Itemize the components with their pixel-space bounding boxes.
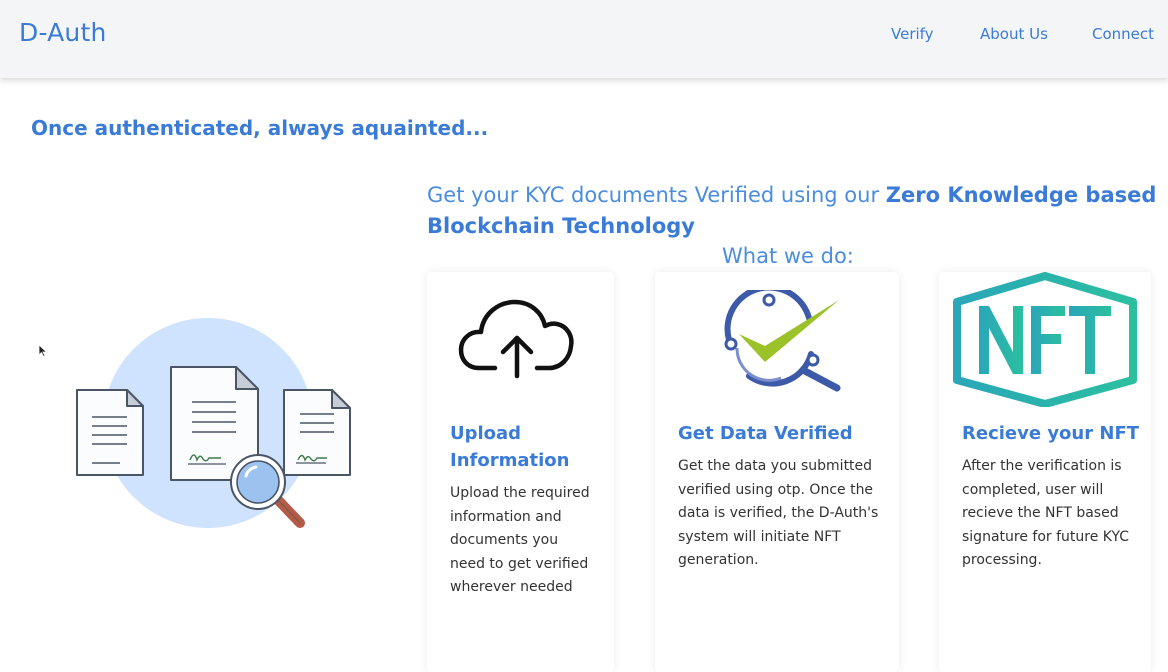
nav-link-about-us[interactable]: About Us — [980, 25, 1048, 43]
documents-magnifier-illustration — [76, 318, 351, 528]
brand-logo[interactable]: D-Auth — [19, 18, 107, 47]
card-upload-information: Upload Information Upload the required i… — [427, 272, 614, 672]
cloud-upload-icon — [458, 299, 574, 379]
verified-search-icon — [724, 290, 841, 392]
card-description: After the verification is completed, use… — [962, 458, 1130, 568]
navbar: D-Auth Verify About Us Connect — [0, 0, 1168, 78]
card-title: Upload Information — [450, 423, 570, 471]
tagline: Once authenticated, always aquainted... — [31, 116, 489, 140]
card-title: Recieve your NFT — [962, 423, 1140, 444]
hero-lead: Get your KYC documents Verified using ou… — [427, 183, 886, 207]
hero-headline: Get your KYC documents Verified using ou… — [427, 180, 1157, 242]
nav-link-verify[interactable]: Verify — [891, 25, 934, 43]
card-recieve-nft: Recieve your NFT After the verification … — [939, 272, 1151, 672]
nft-hexagon-icon — [953, 272, 1137, 407]
card-get-data-verified: Get Data Verified Get the data you submi… — [655, 272, 899, 672]
nav-link-connect[interactable]: Connect — [1092, 25, 1154, 43]
card-description: Upload the required information and docu… — [450, 485, 590, 595]
card-description: Get the data you submitted verified usin… — [678, 458, 879, 568]
mouse-cursor-icon — [38, 344, 48, 358]
card-title: Get Data Verified — [678, 423, 853, 444]
section-title: What we do: — [722, 244, 854, 268]
